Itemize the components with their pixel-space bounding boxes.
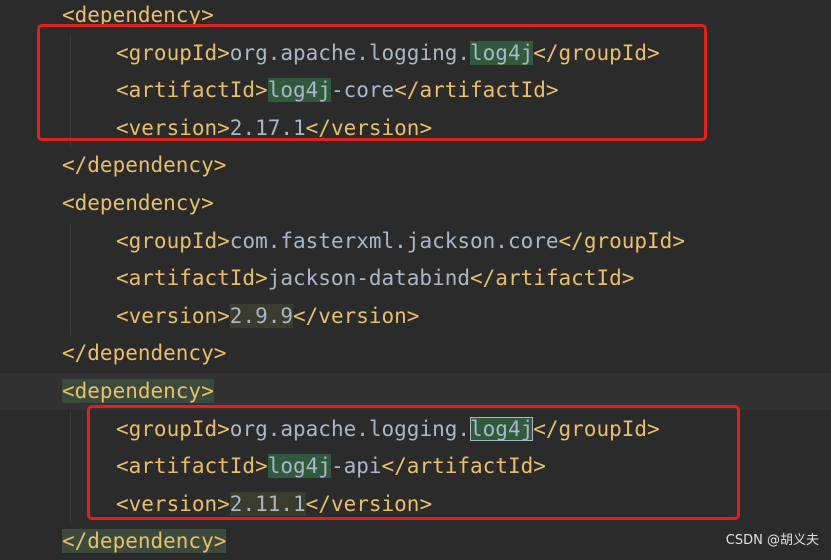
xml-tag-token: </version> <box>293 303 420 328</box>
code-line[interactable]: </dependency> <box>0 523 831 560</box>
xml-tag-token: </dependency> <box>62 341 227 366</box>
code-line[interactable]: <artifactId>jackson-databind</artifactId… <box>0 260 831 297</box>
xml-tag-token: <dependency> <box>62 379 214 403</box>
xml-tag-token: </groupId> <box>558 228 685 253</box>
xml-tag-token: <version> <box>116 303 230 328</box>
code-line-text: <version>2.9.9</version> <box>116 298 419 335</box>
code-line[interactable]: </dependency> <box>0 147 831 184</box>
xml-tag-token: </dependency> <box>62 529 227 554</box>
code-line[interactable]: </dependency> <box>0 335 831 372</box>
code-line-text: </dependency> <box>62 147 226 184</box>
xml-tag-token: </dependency> <box>62 153 227 178</box>
xml-tag-token: </artifactId> <box>470 266 635 291</box>
csdn-watermark: CSDN @胡义夫 <box>725 533 819 548</box>
xml-text-token: jackson-databind <box>267 266 471 291</box>
code-line-text: </dependency> <box>62 335 226 372</box>
annotation-box-log4j-core <box>37 24 707 141</box>
code-line-text: <dependency> <box>62 185 214 222</box>
annotation-box-log4j-api <box>87 405 740 520</box>
xml-tag-token: <artifactId> <box>116 266 268 291</box>
code-line-text: <artifactId>jackson-databind</artifactId… <box>116 260 634 297</box>
code-line-text: <groupId>com.fasterxml.jackson.core</gro… <box>116 223 685 260</box>
indent-guide <box>70 222 71 336</box>
code-line-text: </dependency> <box>62 523 227 560</box>
xml-text-token: 2.9.9 <box>229 303 294 328</box>
code-line[interactable]: <dependency> <box>0 185 831 222</box>
xml-text-token: com.fasterxml.jackson.core <box>229 228 559 253</box>
xml-tag-token: <groupId> <box>116 228 230 253</box>
code-line[interactable]: <version>2.9.9</version> <box>0 298 831 335</box>
indent-guide <box>70 410 71 524</box>
code-line[interactable]: <groupId>com.fasterxml.jackson.core</gro… <box>0 223 831 260</box>
xml-tag-token: <dependency> <box>62 191 214 215</box>
